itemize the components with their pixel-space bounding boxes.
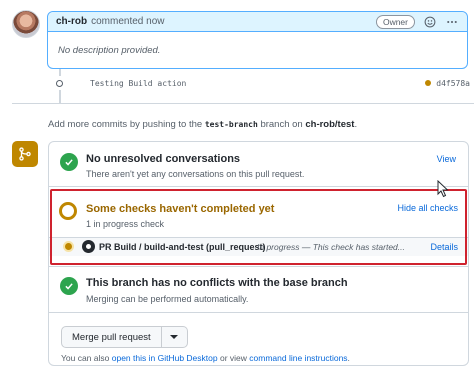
conflicts-subtitle: Merging can be performed automatically. [86,294,249,304]
comment-author[interactable]: ch-rob [56,16,87,27]
add-commits-prefix: Add more commits by pushing to the [48,119,203,130]
comment-box: ch-rob commented now Owner No descriptio… [47,11,468,69]
conversations-subtitle: There aren't yet any conversations on th… [86,169,305,179]
smiley-icon[interactable] [423,15,437,29]
check-circle-icon [60,153,78,171]
comment-timestamp: commented now [91,16,165,27]
timeline-divider [12,103,474,104]
repo-name: ch-rob/test [305,119,355,130]
merge-pull-request-button[interactable]: Merge pull request [61,326,162,348]
conflicts-section: This branch has no conflicts with the ba… [49,267,468,312]
comment-header: ch-rob commented now Owner [48,12,467,32]
commit-message[interactable]: Testing Build action [90,79,186,88]
git-merge-icon [12,141,38,167]
branch-name: test-branch [204,120,258,129]
caret-down-icon [170,335,179,339]
checks-highlight-frame [50,189,467,265]
commit-row: Testing Build action d4f578a [52,76,470,90]
section-divider [49,312,468,313]
conversations-title: No unresolved conversations [86,153,241,165]
view-conversations-link[interactable]: View [437,154,456,164]
conflicts-title: This branch has no conflicts with the ba… [86,277,348,289]
check-circle-icon [60,277,78,295]
commit-sha[interactable]: d4f578a [436,79,470,88]
merge-button-group: Merge pull request [61,326,188,348]
merge-options-dropdown[interactable] [161,326,188,348]
conversations-section: No unresolved conversations There aren't… [49,142,468,186]
footer-middle: or view [219,353,247,363]
merge-footer-note: You can also open this in GitHub Desktop… [61,353,350,363]
owner-badge: Owner [375,14,415,29]
add-commits-middle: branch on [260,119,303,130]
kebab-menu-icon[interactable] [445,15,459,29]
commit-status-pending-icon[interactable] [425,80,432,86]
command-line-link[interactable]: command line instructions [249,353,347,363]
comment-body: No description provided. [58,45,161,56]
commit-icon [52,76,66,90]
github-desktop-link[interactable]: open this in GitHub Desktop [112,353,218,363]
mouse-cursor-icon [437,179,449,201]
avatar[interactable] [12,10,40,38]
footer-suffix: . [347,353,350,363]
add-commits-hint: Add more commits by pushing to the test-… [48,119,357,130]
add-commits-suffix: . [354,119,358,130]
footer-prefix: You can also [61,353,110,363]
